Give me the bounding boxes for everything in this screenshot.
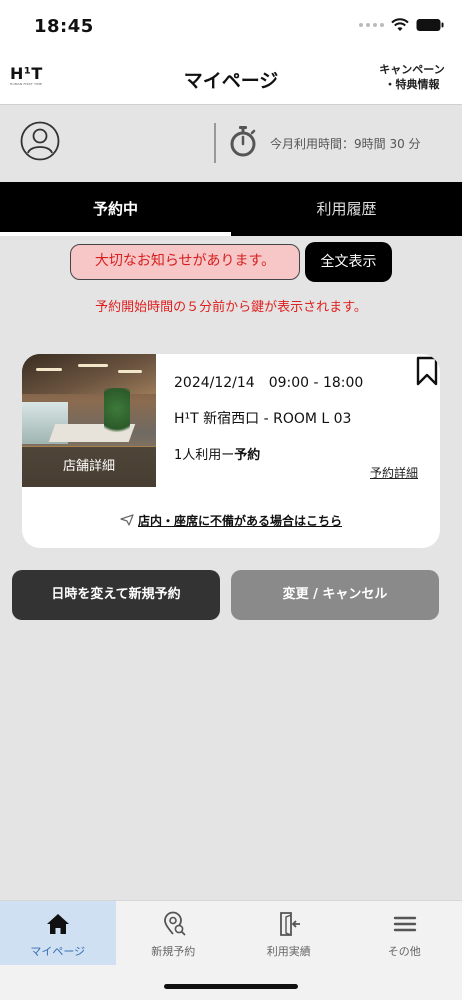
stopwatch-icon <box>230 126 256 157</box>
reservation-details-link[interactable]: 予約詳細 <box>370 464 418 481</box>
tab-label: 予約中 <box>92 200 138 218</box>
status-bar: 18:45 <box>0 0 462 54</box>
reservation-type-prefix: 1人利用ー <box>174 448 235 463</box>
battery-icon <box>416 19 444 31</box>
reservation-card: 店舗詳細 2024/12/14 09:00 - 18:00 H¹T 新宿西口 -… <box>22 354 440 548</box>
nav-item-usage-record[interactable]: 利用実績 <box>231 901 347 965</box>
menu-icon <box>393 916 416 932</box>
status-time: 18:45 <box>34 16 94 37</box>
divider <box>214 123 216 163</box>
key-availability-note: 予約開始時間の５分前から鍵が表示されます。 <box>95 300 367 315</box>
show-full-text-button[interactable]: 全文表示 <box>305 242 392 282</box>
bookmark-icon <box>416 356 438 386</box>
campaign-link[interactable]: キャンペーン ・特典情報 <box>372 62 452 92</box>
status-icons <box>359 18 444 32</box>
nav-label: マイページ <box>30 945 86 958</box>
store-photo[interactable]: 店舗詳細 <box>22 354 156 487</box>
campaign-line2: ・特典情報 <box>384 78 440 91</box>
reservation-type: 1人利用ー予約 <box>174 444 260 463</box>
wifi-icon <box>391 18 409 31</box>
tab-current-reservations[interactable]: 予約中 <box>0 182 231 236</box>
tab-label: 利用履歴 <box>316 200 377 218</box>
nav-label: その他 <box>387 945 421 958</box>
nav-item-other[interactable]: その他 <box>347 901 462 965</box>
nav-item-mypage[interactable]: マイページ <box>0 901 116 965</box>
home-indicator <box>164 984 298 989</box>
location-search-icon <box>163 911 185 936</box>
important-notice-badge[interactable]: 大切なお知らせがあります。 <box>70 244 300 280</box>
door-enter-icon <box>280 912 300 936</box>
campaign-line1: キャンペーン <box>379 63 445 76</box>
reservation-type-bold: 予約 <box>234 448 261 463</box>
active-tab-indicator <box>0 232 231 236</box>
tab-usage-history[interactable]: 利用履歴 <box>231 182 462 236</box>
store-details-label: 店舗詳細 <box>22 447 156 487</box>
nav-item-new-booking[interactable]: 新規予約 <box>116 901 232 965</box>
app-header: H¹T HUMAN FIRST TIME マイページ キャンペーン ・特典情報 <box>0 54 462 104</box>
bookmark-button[interactable] <box>414 356 440 386</box>
change-cancel-button[interactable]: 変更 / キャンセル <box>231 570 439 620</box>
new-booking-button[interactable]: 日時を変えて新規予約 <box>12 570 220 620</box>
signal-icon <box>359 23 384 27</box>
report-issue-label: 店内・座席に不備がある場合はこちら <box>137 514 342 528</box>
profile-row: 今月利用時間：9時間 30 分 <box>0 104 462 180</box>
nav-label: 利用実績 <box>266 945 311 958</box>
user-avatar-icon[interactable] <box>20 121 60 161</box>
report-issue-link[interactable]: 店内・座席に不備がある場合はこちら <box>22 512 440 529</box>
home-icon <box>47 914 69 934</box>
monthly-usage-text: 今月利用時間：9時間 30 分 <box>270 137 421 151</box>
reservation-tabs: 予約中 利用履歴 <box>0 182 462 236</box>
nav-label: 新規予約 <box>151 945 196 958</box>
reservation-room: H¹T 新宿西口 - ROOM L 03 <box>174 411 352 427</box>
reservation-datetime: 2024/12/14 09:00 - 18:00 <box>174 375 364 391</box>
send-arrow-icon <box>120 514 134 526</box>
